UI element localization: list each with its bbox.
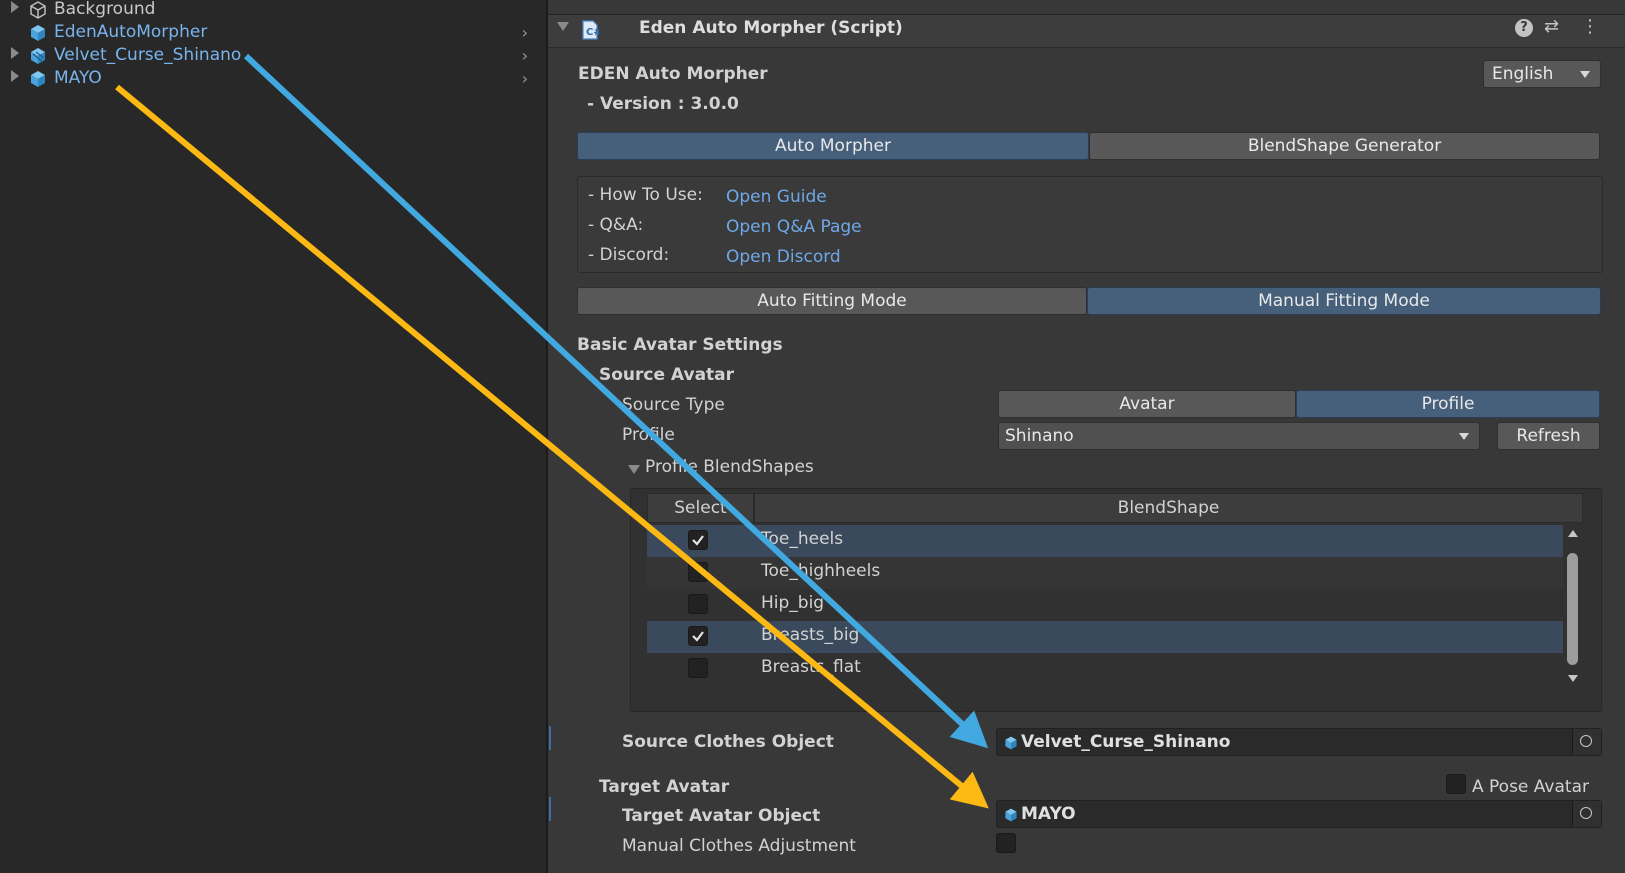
expand-arrow-icon[interactable] (11, 70, 19, 82)
scroll-down-arrow-icon[interactable] (1568, 675, 1578, 682)
prefab-icon (31, 71, 45, 87)
help-icon[interactable]: ? (1515, 19, 1533, 37)
column-header-blendshape[interactable]: BlendShape (754, 493, 1583, 523)
hierarchy-item-velvet-curse-shinano[interactable]: Velvet_Curse_Shinano › (0, 44, 546, 68)
language-dropdown[interactable]: English (1483, 60, 1601, 88)
manual-adjust-checkbox[interactable] (996, 833, 1016, 853)
blendshape-name: Breasts_big (761, 625, 860, 645)
how-to-use-label: - How To Use: (588, 185, 703, 205)
prefab-icon (1005, 808, 1017, 822)
open-guide-link[interactable]: Open Guide (726, 187, 827, 207)
manual-adjust-label: Manual Clothes Adjustment (622, 836, 856, 856)
chevron-down-icon (1580, 71, 1590, 78)
language-value: English (1492, 64, 1554, 84)
target-picker-icon (1580, 807, 1592, 819)
profile-dropdown[interactable]: Shinano (998, 422, 1480, 450)
object-picker-button[interactable] (1572, 801, 1601, 827)
hierarchy-label: EdenAutoMorpher (54, 22, 208, 42)
prefab-variant-icon (1005, 736, 1017, 750)
blendshape-name: Toe_heels (761, 529, 844, 549)
hierarchy-panel: Background EdenAutoMorpher › Velvet_Curs… (0, 0, 548, 873)
field-indicator (549, 797, 551, 821)
target-picker-icon (1580, 735, 1592, 747)
tab-auto-fitting-mode[interactable]: Auto Fitting Mode (577, 287, 1087, 315)
field-indicator (549, 726, 551, 750)
target-object-field[interactable]: MAYO (996, 800, 1602, 828)
source-type-profile-button[interactable]: Profile (1296, 390, 1600, 418)
chevron-right-icon[interactable]: › (522, 23, 528, 42)
discord-label: - Discord: (588, 245, 670, 265)
prefab-variant-icon (31, 48, 45, 64)
section-title: Basic Avatar Settings (577, 335, 783, 355)
blendshape-checkbox[interactable] (688, 562, 708, 582)
source-clothes-label: Source Clothes Object (622, 732, 834, 752)
a-pose-label: A Pose Avatar (1472, 777, 1589, 797)
foldout-arrow-icon[interactable] (628, 465, 640, 474)
gameobject-outline-icon (30, 1, 46, 19)
scrollbar-thumb[interactable] (1567, 553, 1578, 665)
blendshape-checkbox[interactable] (688, 658, 708, 678)
hierarchy-item-edenautomorpher[interactable]: EdenAutoMorpher › (0, 21, 546, 45)
source-avatar-heading: Source Avatar (599, 365, 735, 385)
blendshape-checkbox[interactable] (688, 594, 708, 614)
presets-icon[interactable]: ⇄ (1544, 16, 1559, 37)
source-type-avatar-button[interactable]: Avatar (998, 390, 1296, 418)
column-header-select[interactable]: Select (647, 493, 754, 523)
more-menu-icon[interactable]: ⋮ (1581, 16, 1599, 37)
profile-value: Shinano (1005, 426, 1074, 446)
qa-label: - Q&A: (588, 215, 644, 235)
profile-label: Profile (622, 425, 675, 445)
source-type-label: Source Type (622, 395, 725, 415)
source-clothes-value: Velvet_Curse_Shinano (1021, 732, 1231, 752)
checkmark-icon (692, 631, 704, 642)
hierarchy-label: Background (54, 0, 156, 19)
profile-blendshapes-foldout[interactable]: Profile BlendShapes (645, 457, 814, 477)
hierarchy-label: Velvet_Curse_Shinano (54, 45, 242, 65)
prefab-icon (31, 25, 45, 41)
a-pose-checkbox[interactable] (1446, 774, 1466, 794)
svg-text:C#: C# (586, 27, 599, 38)
blendshape-name: Hip_big (761, 593, 825, 613)
tab-blendshape-generator[interactable]: BlendShape Generator (1089, 132, 1600, 160)
chevron-right-icon[interactable]: › (522, 46, 528, 65)
tab-manual-fitting-mode[interactable]: Manual Fitting Mode (1087, 287, 1601, 315)
hierarchy-label: MAYO (54, 68, 102, 88)
chevron-down-icon (1459, 433, 1469, 440)
target-avatar-heading: Target Avatar (599, 777, 730, 797)
source-clothes-field[interactable]: Velvet_Curse_Shinano (996, 728, 1602, 756)
scroll-up-arrow-icon[interactable] (1568, 530, 1578, 537)
blendshape-name: Toe_highheels (761, 561, 881, 581)
target-object-label: Target Avatar Object (622, 806, 821, 826)
app-title: EDEN Auto Morpher (578, 64, 768, 84)
blendshape-checkbox[interactable] (688, 530, 708, 550)
expand-arrow-icon[interactable] (11, 47, 19, 59)
refresh-button[interactable]: Refresh (1497, 422, 1600, 450)
tab-auto-morpher[interactable]: Auto Morpher (577, 132, 1089, 160)
target-object-value: MAYO (1021, 804, 1076, 824)
open-qa-link[interactable]: Open Q&A Page (726, 217, 862, 237)
expand-arrow-icon[interactable] (11, 1, 19, 13)
hierarchy-item-mayo[interactable]: MAYO › (0, 67, 546, 91)
checkmark-icon (692, 535, 704, 546)
blendshape-checkbox[interactable] (688, 626, 708, 646)
chevron-right-icon[interactable]: › (522, 69, 528, 88)
component-title: Eden Auto Morpher (Script) (639, 18, 903, 38)
script-icon: C# (582, 20, 599, 40)
blendshape-name: Breasts_flat (761, 657, 861, 677)
object-picker-button[interactable] (1572, 729, 1601, 755)
version-label: - Version : 3.0.0 (587, 94, 739, 114)
foldout-arrow-icon[interactable] (557, 22, 569, 31)
hierarchy-item-background[interactable]: Background (0, 0, 546, 22)
open-discord-link[interactable]: Open Discord (726, 247, 841, 267)
